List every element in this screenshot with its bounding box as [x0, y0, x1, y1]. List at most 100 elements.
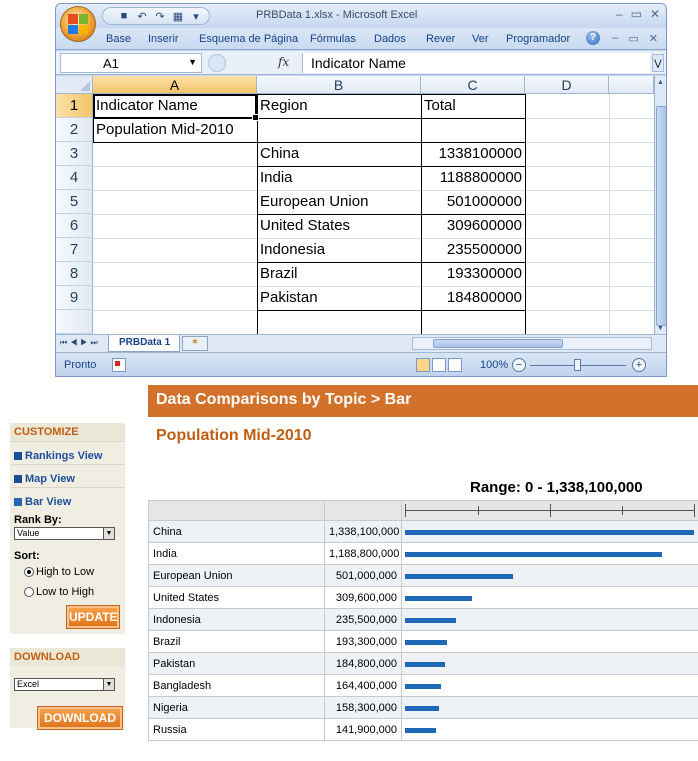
cell-a2[interactable]: Population Mid-2010 [93, 118, 257, 142]
cell-b8[interactable]: Brazil [257, 262, 421, 286]
radio-unselected-icon[interactable] [24, 587, 34, 597]
zoom-level[interactable]: 100% [480, 359, 508, 371]
row-header-5[interactable]: 5 [56, 190, 93, 214]
cell-b5[interactable]: European Union [257, 190, 421, 214]
formula-bar-grip[interactable] [208, 54, 226, 72]
spreadsheet-grid[interactable]: A B C D 1 2 3 4 5 6 7 8 9 Indicator Name… [56, 76, 654, 335]
save-icon[interactable]: ■ [117, 10, 131, 23]
horizontal-scrollbar[interactable] [412, 337, 652, 350]
function-icon[interactable]: fx [278, 55, 289, 69]
tab-rever[interactable]: Rever [426, 33, 455, 45]
row-header-10[interactable] [56, 310, 93, 334]
tab-ver[interactable]: Ver [472, 33, 489, 45]
radio-selected-icon[interactable] [24, 567, 34, 577]
sidebar-item-map-view[interactable]: Map View [10, 464, 125, 487]
row-header-4[interactable]: 4 [56, 166, 93, 190]
close-icon[interactable]: ✕ [650, 7, 660, 21]
row-header-9[interactable]: 9 [56, 286, 93, 310]
cell-b4[interactable]: India [257, 166, 421, 190]
bar-cell [401, 718, 698, 741]
page-layout-view-icon[interactable] [432, 358, 446, 372]
workbook-close-icon[interactable]: ✕ [649, 32, 658, 45]
scroll-thumb[interactable] [656, 106, 666, 326]
sheet-tab-prbdata1[interactable]: PRBData 1 [108, 335, 180, 352]
scroll-up-icon[interactable]: ▲ [657, 79, 664, 86]
rank-by-select[interactable]: Value ▼ [14, 527, 115, 540]
cell-b1[interactable]: Region [257, 94, 421, 118]
row-header-7[interactable]: 7 [56, 238, 93, 262]
macro-record-icon[interactable] [112, 358, 126, 372]
cell-c8[interactable]: 193300000 [421, 262, 525, 286]
tab-base[interactable]: Base [106, 33, 131, 45]
chevron-down-icon[interactable]: ▼ [103, 528, 114, 539]
zoom-out-icon[interactable]: − [512, 358, 526, 372]
sidebar-item-rankings-view[interactable]: Rankings View [10, 441, 125, 464]
row-header-3[interactable]: 3 [56, 142, 93, 166]
cell-b9[interactable]: Pakistan [257, 286, 421, 310]
column-header-a[interactable]: A [93, 76, 257, 94]
column-header-b[interactable]: B [257, 76, 421, 94]
status-text: Pronto [64, 359, 97, 371]
hscroll-thumb[interactable] [433, 339, 563, 348]
cell-b7[interactable]: Indonesia [257, 238, 421, 262]
column-header-c[interactable]: C [421, 76, 525, 94]
insert-sheet-icon[interactable]: ✶ [182, 336, 208, 351]
cell-c5[interactable]: 501000000 [421, 190, 525, 214]
cell-c9[interactable]: 184800000 [421, 286, 525, 310]
row-header-6[interactable]: 6 [56, 214, 93, 238]
download-button[interactable]: DOWNLOAD [37, 706, 123, 730]
row-header-2[interactable]: 2 [56, 118, 93, 142]
undo-icon[interactable]: ↶ [135, 10, 149, 23]
zoom-slider-thumb[interactable] [574, 359, 581, 371]
sort-high-to-low-radio[interactable]: High to Low [10, 562, 125, 578]
row-header-1[interactable]: 1 [56, 94, 93, 118]
value-cell: 309,600,000 [324, 586, 402, 609]
expand-formula-icon[interactable]: ⋁ [652, 54, 664, 72]
tab-inserir[interactable]: Inserir [148, 33, 179, 45]
customize-qat-icon[interactable]: ▾ [189, 10, 203, 23]
workbook-restore-icon[interactable]: ▭ [628, 32, 638, 45]
axis-tick [622, 506, 623, 515]
sidebar-item-bar-view[interactable]: Bar View [10, 487, 125, 510]
cell-c3[interactable]: 1338100000 [421, 142, 525, 166]
cell-c6[interactable]: 309600000 [421, 214, 525, 238]
tab-esquema[interactable]: Esquema de Página [199, 33, 298, 45]
chevron-down-icon[interactable]: ▼ [103, 679, 114, 690]
cell-c7[interactable]: 235500000 [421, 238, 525, 262]
cell-b6[interactable]: United States [257, 214, 421, 238]
minimize-icon[interactable]: – [616, 7, 623, 21]
formula-input[interactable]: Indicator Name [302, 53, 650, 73]
tab-programador[interactable]: Programador [506, 33, 570, 45]
sort-low-to-high-radio[interactable]: Low to High [10, 578, 125, 598]
scroll-down-icon[interactable]: ▼ [657, 325, 664, 332]
redo-icon[interactable]: ↷ [153, 10, 167, 23]
cell-b3[interactable]: China [257, 142, 421, 166]
restore-icon[interactable]: ▭ [631, 7, 642, 21]
active-cell-cursor [93, 94, 259, 121]
office-button[interactable] [60, 6, 96, 42]
cell-c1[interactable]: Total [421, 94, 525, 118]
table-icon[interactable]: ▦ [171, 10, 185, 23]
help-icon[interactable]: ? [586, 31, 600, 45]
chevron-down-icon[interactable]: ▼ [188, 57, 197, 67]
sheet-nav-icon[interactable]: ⏮◀▶⏭ [60, 338, 101, 348]
row-header-8[interactable]: 8 [56, 262, 93, 286]
update-button[interactable]: UPDATE [66, 605, 120, 629]
table-header-row [148, 500, 698, 521]
axis-tick [694, 504, 695, 517]
normal-view-icon[interactable] [416, 358, 430, 372]
vertical-scrollbar[interactable]: ▲ ▼ [654, 76, 666, 334]
workbook-minimize-icon[interactable]: – [612, 32, 618, 45]
zoom-in-icon[interactable]: + [632, 358, 646, 372]
cell-c4[interactable]: 1188800000 [421, 166, 525, 190]
name-box[interactable]: A1 ▼ [60, 53, 202, 73]
indicator-title: Population Mid-2010 [156, 427, 312, 444]
select-all-button[interactable] [56, 76, 93, 94]
table-row: India 1,188,800,000 [148, 542, 698, 565]
column-header-e[interactable] [609, 76, 654, 94]
column-header-d[interactable]: D [525, 76, 609, 94]
tab-formulas[interactable]: Fórmulas [310, 33, 356, 45]
page-break-view-icon[interactable] [448, 358, 462, 372]
download-format-select[interactable]: Excel ▼ [14, 678, 115, 691]
tab-dados[interactable]: Dados [374, 33, 406, 45]
